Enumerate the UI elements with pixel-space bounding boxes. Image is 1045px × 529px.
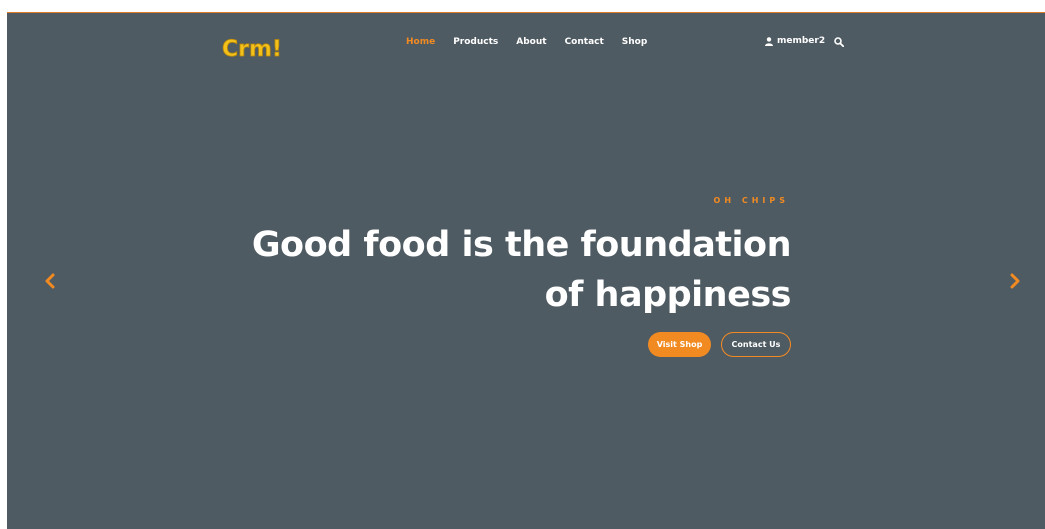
main-nav: Home Products About Contact Shop (406, 36, 647, 48)
chevron-left-icon[interactable] (43, 271, 57, 291)
hero-headline: Good food is the foundation of happiness (251, 220, 792, 320)
logo-text: Crm! (222, 37, 282, 62)
user-icon (765, 36, 773, 46)
nav-item-contact[interactable]: Contact (565, 36, 604, 48)
brand-logo[interactable]: Crm! (221, 34, 283, 62)
hero-eyebrow: OH CHIPS (713, 196, 789, 205)
nav-item-about[interactable]: About (516, 36, 546, 48)
user-menu[interactable]: member2 (765, 36, 825, 46)
chevron-right-icon[interactable] (1008, 271, 1022, 291)
nav-item-home[interactable]: Home (406, 36, 435, 48)
user-name: member2 (777, 36, 826, 46)
contact-us-button[interactable]: Contact Us (721, 332, 791, 357)
hero-buttons: Visit Shop Contact Us (648, 332, 791, 357)
page-frame: Crm! Home Products About Contact Shop me… (7, 0, 1045, 529)
visit-shop-button[interactable]: Visit Shop (648, 332, 711, 357)
hero-headline-line2: of happiness (544, 275, 792, 315)
hero-headline-line1: Good food is the foundation (251, 225, 792, 265)
search-icon[interactable] (834, 37, 844, 47)
nav-item-products[interactable]: Products (453, 36, 498, 48)
top-border (7, 0, 1045, 13)
nav-item-shop[interactable]: Shop (622, 36, 648, 48)
